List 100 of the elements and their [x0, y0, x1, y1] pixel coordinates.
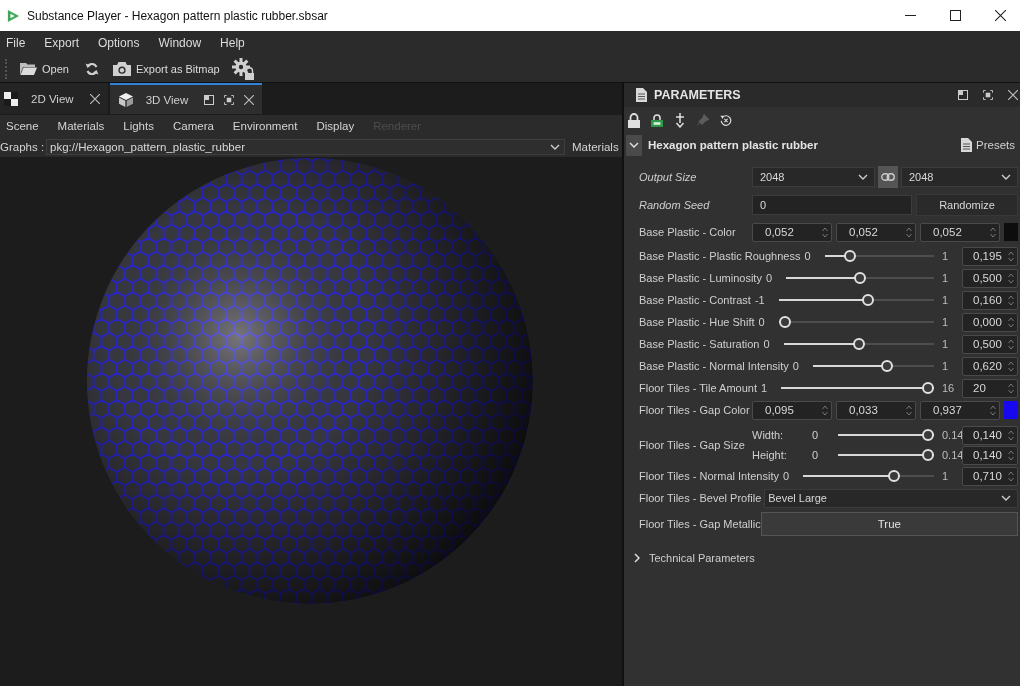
- spin-arrows-icon[interactable]: [1008, 272, 1014, 284]
- slider-max: 1: [941, 272, 950, 284]
- open-button[interactable]: Open: [16, 57, 73, 80]
- menu-item[interactable]: Camera: [172, 120, 214, 132]
- spin-field[interactable]: 0,052: [836, 222, 916, 242]
- menu-item[interactable]: Display: [316, 120, 355, 132]
- value-field[interactable]: 0,195: [962, 246, 1018, 266]
- spin-arrows-icon[interactable]: [822, 226, 828, 238]
- spin-arrows-icon[interactable]: [1008, 382, 1014, 394]
- export-bitmap-button[interactable]: Export as Bitmap: [108, 57, 224, 80]
- slider-thumb[interactable]: [922, 429, 934, 441]
- reset-icon[interactable]: [720, 112, 732, 128]
- parameter-label: Base Plastic - Saturation: [639, 338, 760, 350]
- color-swatch-icon[interactable]: [1004, 401, 1018, 419]
- color-swatch-icon[interactable]: [1004, 223, 1018, 241]
- close-icon[interactable]: [89, 93, 100, 104]
- menu-item[interactable]: File: [6, 36, 26, 50]
- size-dropdown[interactable]: 2048: [901, 167, 1018, 187]
- value-field[interactable]: 0,140: [962, 425, 1018, 445]
- slider-thumb[interactable]: [778, 316, 791, 328]
- slider-min: 0: [763, 338, 770, 350]
- spin-arrows-icon[interactable]: [1008, 449, 1014, 461]
- value-field[interactable]: 0,500: [962, 268, 1018, 288]
- value-field[interactable]: 20: [962, 378, 1018, 398]
- parameter-label: Base Plastic - Plastic Roughness: [639, 250, 801, 262]
- refresh-icon[interactable]: [84, 61, 99, 76]
- slider-thumb[interactable]: [843, 250, 856, 262]
- seed-field[interactable]: 0: [752, 195, 912, 215]
- presets-button[interactable]: Presets: [961, 138, 1015, 152]
- parameter-label: Random Seed: [639, 199, 711, 211]
- slider-max: 0.14: [941, 449, 962, 461]
- spin-arrows-icon[interactable]: [1008, 338, 1014, 350]
- spin-arrows-icon[interactable]: [990, 226, 996, 238]
- slider-max: 0.14: [941, 429, 962, 441]
- spin-field[interactable]: 0,052: [920, 222, 1000, 242]
- lock-icon[interactable]: [628, 112, 640, 128]
- menu-item[interactable]: Help: [220, 36, 245, 50]
- spin-arrows-icon[interactable]: [1008, 470, 1014, 482]
- close-icon[interactable]: [244, 94, 255, 105]
- close-icon[interactable]: [995, 10, 1006, 21]
- graph-dropdown[interactable]: pkg://Hexagon_pattern_plastic_rubber: [46, 139, 565, 155]
- randomize-button[interactable]: Randomize: [916, 194, 1018, 216]
- slider-min: 0: [812, 429, 820, 441]
- toggle-button[interactable]: True: [760, 512, 1018, 536]
- slider-label: Height:: [752, 449, 788, 461]
- lock-icon[interactable]: [651, 112, 663, 128]
- value-field[interactable]: 0,000: [962, 312, 1018, 332]
- slider-thumb[interactable]: [852, 338, 865, 350]
- menu-item[interactable]: Lights: [123, 120, 154, 132]
- spin-arrows-icon[interactable]: [1008, 294, 1014, 306]
- menu-item[interactable]: Environment: [232, 120, 298, 132]
- spin-arrows-icon[interactable]: [1008, 429, 1014, 441]
- float-icon[interactable]: [204, 94, 215, 105]
- spin-field[interactable]: 0,033: [836, 400, 916, 420]
- slider-min: 0: [783, 470, 790, 482]
- spin-arrows-icon[interactable]: [1008, 250, 1014, 262]
- slider-min: 0: [765, 272, 772, 284]
- spin-arrows-icon[interactable]: [906, 226, 912, 238]
- menu-item[interactable]: Options: [98, 36, 140, 50]
- spin-arrows-icon[interactable]: [822, 404, 828, 416]
- spin-arrows-icon[interactable]: [1008, 316, 1014, 328]
- view-tab[interactable]: 2D View: [0, 83, 108, 114]
- spin-arrows-icon[interactable]: [990, 404, 996, 416]
- value-field[interactable]: 0,500: [962, 334, 1018, 354]
- spin-arrows-icon[interactable]: [1008, 360, 1014, 372]
- parameter-label: Floor Tiles - Gap Metallic: [639, 518, 761, 530]
- slider-thumb[interactable]: [922, 449, 934, 461]
- chevron-down-icon: [858, 174, 868, 180]
- float-icon[interactable]: [958, 90, 968, 100]
- gear-lock-icon[interactable]: [231, 57, 254, 80]
- spin-field[interactable]: 0,095: [752, 400, 832, 420]
- spin-field[interactable]: 0,052: [752, 222, 832, 242]
- slider-thumb[interactable]: [854, 272, 866, 284]
- spin-field[interactable]: 0,937: [920, 400, 1000, 420]
- maximize-icon[interactable]: [950, 10, 961, 21]
- view-tab[interactable]: 3D View: [109, 83, 263, 114]
- value-field[interactable]: 0,620: [962, 356, 1018, 376]
- link-icon: [881, 173, 895, 181]
- slider-thumb[interactable]: [861, 294, 874, 306]
- slider-max: 1: [941, 338, 950, 350]
- link-toggle[interactable]: [878, 166, 898, 188]
- bevel-dropdown[interactable]: Bevel Large: [764, 488, 1018, 508]
- menu-item[interactable]: Window: [158, 36, 202, 50]
- slider-thumb[interactable]: [887, 470, 900, 482]
- parameter-label: Floor Tiles - Normal Intensity: [639, 470, 779, 482]
- slider-min: 0: [792, 360, 799, 372]
- menu-item[interactable]: Materials: [57, 120, 105, 132]
- menu-item[interactable]: Scene: [6, 120, 39, 132]
- plus-arrow-icon[interactable]: [674, 112, 686, 128]
- spin-arrows-icon[interactable]: [906, 404, 912, 416]
- value-field[interactable]: 0,160: [962, 290, 1018, 310]
- value-field[interactable]: 0,140: [962, 445, 1018, 465]
- technical-parameters-toggle[interactable]: Technical Parameters: [634, 552, 755, 564]
- slider-thumb[interactable]: [922, 382, 934, 394]
- collapse-button[interactable]: [626, 134, 642, 156]
- slider-thumb[interactable]: [880, 360, 893, 372]
- close-icon[interactable]: [1008, 90, 1018, 100]
- value-field[interactable]: 0,710: [962, 466, 1018, 486]
- menu-item[interactable]: Export: [44, 36, 80, 50]
- size-dropdown[interactable]: 2048: [752, 167, 875, 187]
